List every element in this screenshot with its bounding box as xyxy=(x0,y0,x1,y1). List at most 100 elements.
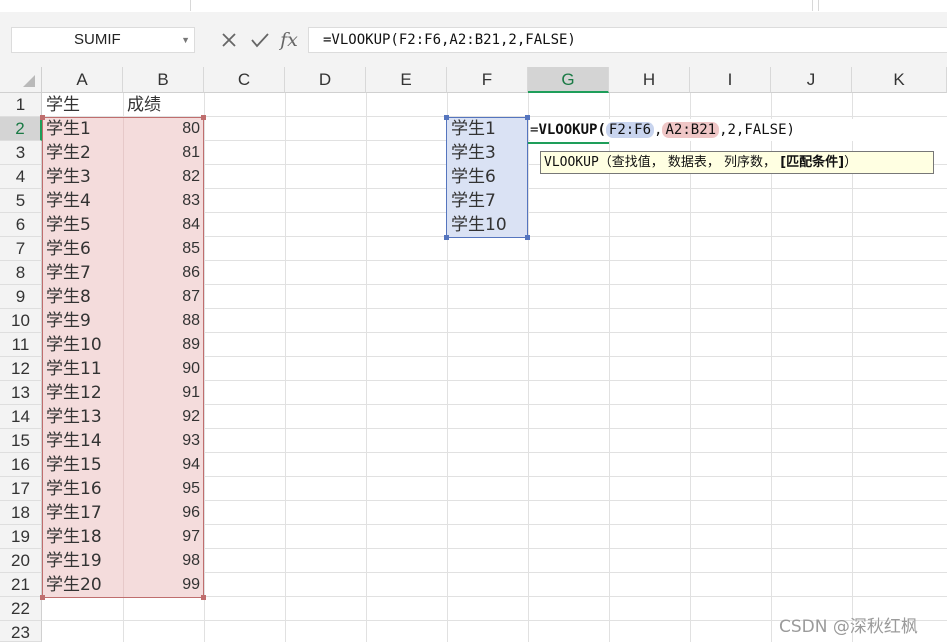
row-header-11[interactable]: 11 xyxy=(0,333,42,357)
range-handle[interactable] xyxy=(444,235,449,240)
cell-g2-editor[interactable]: =VLOOKUP(F2:F6, A2:B21,2,FALSE) xyxy=(530,119,947,141)
cell-a17[interactable]: 学生16 xyxy=(46,477,102,501)
cell-b14[interactable]: 92 xyxy=(124,405,200,429)
cell-b8[interactable]: 86 xyxy=(124,261,200,285)
cell-a2[interactable]: 学生1 xyxy=(46,117,91,141)
row-header-5[interactable]: 5 xyxy=(0,189,42,213)
cell-a1[interactable]: 学生 xyxy=(46,93,80,117)
cell-b21[interactable]: 99 xyxy=(124,573,200,597)
range-handle[interactable] xyxy=(40,115,45,120)
cell-b6[interactable]: 84 xyxy=(124,213,200,237)
check-icon[interactable] xyxy=(248,26,272,54)
row-header-15[interactable]: 15 xyxy=(0,429,42,453)
cell-a12[interactable]: 学生11 xyxy=(46,357,102,381)
cell-a4[interactable]: 学生3 xyxy=(46,165,91,189)
cell-a13[interactable]: 学生12 xyxy=(46,381,102,405)
column-header-d[interactable]: D xyxy=(285,67,366,93)
chevron-down-icon[interactable]: ▼ xyxy=(181,28,190,52)
close-icon[interactable] xyxy=(217,26,241,54)
cell-a14[interactable]: 学生13 xyxy=(46,405,102,429)
cell-b5[interactable]: 83 xyxy=(124,189,200,213)
formula-input[interactable]: =VLOOKUP(F2:F6,A2:B21,2,FALSE) xyxy=(308,27,947,53)
range-handle[interactable] xyxy=(444,115,449,120)
row-header-4[interactable]: 4 xyxy=(0,165,42,189)
row-header-20[interactable]: 20 xyxy=(0,549,42,573)
cell-a20[interactable]: 学生19 xyxy=(46,549,102,573)
row-header-18[interactable]: 18 xyxy=(0,501,42,525)
range-handle[interactable] xyxy=(525,235,530,240)
row-header-22[interactable]: 22 xyxy=(0,597,42,621)
row-header-23[interactable]: 23 xyxy=(0,621,42,642)
cell-a21[interactable]: 学生20 xyxy=(46,573,102,597)
range-handle[interactable] xyxy=(201,595,206,600)
row-header-16[interactable]: 16 xyxy=(0,453,42,477)
range-handle[interactable] xyxy=(40,595,45,600)
column-header-e[interactable]: E xyxy=(366,67,447,93)
select-all-button[interactable] xyxy=(0,67,42,93)
formula-ref-f2-f6[interactable]: F2:F6 xyxy=(605,122,655,138)
cell-b17[interactable]: 95 xyxy=(124,477,200,501)
cell-a16[interactable]: 学生15 xyxy=(46,453,102,477)
row-header-7[interactable]: 7 xyxy=(0,237,42,261)
cell-a10[interactable]: 学生9 xyxy=(46,309,91,333)
cell-a6[interactable]: 学生5 xyxy=(46,213,91,237)
column-header-k[interactable]: K xyxy=(852,67,947,93)
row-header-12[interactable]: 12 xyxy=(0,357,42,381)
row-header-19[interactable]: 19 xyxy=(0,525,42,549)
cell-a5[interactable]: 学生4 xyxy=(46,189,91,213)
column-header-f[interactable]: F xyxy=(447,67,528,93)
cell-f3[interactable]: 学生3 xyxy=(451,141,496,165)
row-header-2[interactable]: 2 xyxy=(0,117,42,141)
row-header-6[interactable]: 6 xyxy=(0,213,42,237)
row-header-13[interactable]: 13 xyxy=(0,381,42,405)
cell-a7[interactable]: 学生6 xyxy=(46,237,91,261)
cell-b11[interactable]: 89 xyxy=(124,333,200,357)
row-header-14[interactable]: 14 xyxy=(0,405,42,429)
cell-b4[interactable]: 82 xyxy=(124,165,200,189)
formula-open-paren: ( xyxy=(597,122,606,138)
row-header-8[interactable]: 8 xyxy=(0,261,42,285)
column-header-j[interactable]: J xyxy=(771,67,852,93)
cell-b2[interactable]: 80 xyxy=(124,117,200,141)
cell-b15[interactable]: 93 xyxy=(124,429,200,453)
row-header-1[interactable]: 1 xyxy=(0,93,42,117)
row-header-21[interactable]: 21 xyxy=(0,573,42,597)
column-header-g[interactable]: G xyxy=(528,67,609,93)
row-header-17[interactable]: 17 xyxy=(0,477,42,501)
cell-f2[interactable]: 学生1 xyxy=(451,117,496,141)
cell-b9[interactable]: 87 xyxy=(124,285,200,309)
cell-f4[interactable]: 学生6 xyxy=(451,165,496,189)
column-header-a[interactable]: A xyxy=(42,67,123,93)
insert-function-button[interactable]: fx xyxy=(276,26,302,54)
range-handle[interactable] xyxy=(201,115,206,120)
cell-b7[interactable]: 85 xyxy=(124,237,200,261)
row-header-9[interactable]: 9 xyxy=(0,285,42,309)
cell-a8[interactable]: 学生7 xyxy=(46,261,91,285)
column-header-c[interactable]: C xyxy=(204,67,285,93)
cell-a15[interactable]: 学生14 xyxy=(46,429,102,453)
cell-b3[interactable]: 81 xyxy=(124,141,200,165)
cell-f5[interactable]: 学生7 xyxy=(451,189,496,213)
row-header-10[interactable]: 10 xyxy=(0,309,42,333)
cell-b18[interactable]: 96 xyxy=(124,501,200,525)
formula-ref-a2-b21[interactable]: A2:B21 xyxy=(662,122,720,138)
cell-b19[interactable]: 97 xyxy=(124,525,200,549)
column-header-b[interactable]: B xyxy=(123,67,204,93)
name-box-value: SUMIF xyxy=(74,31,121,48)
column-header-h[interactable]: H xyxy=(609,67,690,93)
cell-b20[interactable]: 98 xyxy=(124,549,200,573)
row-header-3[interactable]: 3 xyxy=(0,141,42,165)
cell-b10[interactable]: 88 xyxy=(124,309,200,333)
cell-a9[interactable]: 学生8 xyxy=(46,285,91,309)
cell-a18[interactable]: 学生17 xyxy=(46,501,102,525)
cell-a11[interactable]: 学生10 xyxy=(46,333,102,357)
cell-b12[interactable]: 90 xyxy=(124,357,200,381)
cell-a19[interactable]: 学生18 xyxy=(46,525,102,549)
cell-f6[interactable]: 学生10 xyxy=(451,213,507,237)
cell-b16[interactable]: 94 xyxy=(124,453,200,477)
cell-b13[interactable]: 91 xyxy=(124,381,200,405)
cell-a3[interactable]: 学生2 xyxy=(46,141,91,165)
cell-b1[interactable]: 成绩 xyxy=(127,93,161,117)
column-header-i[interactable]: I xyxy=(690,67,771,93)
name-box[interactable]: SUMIF ▼ xyxy=(11,27,195,53)
